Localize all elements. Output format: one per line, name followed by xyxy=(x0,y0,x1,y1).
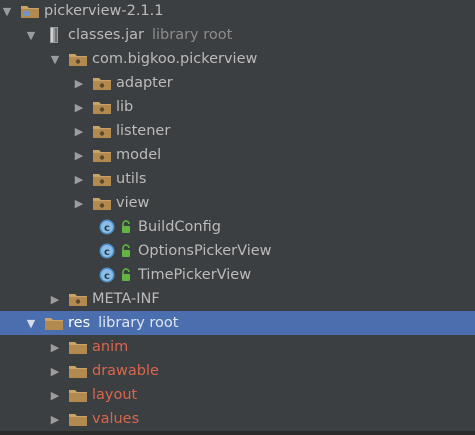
res-folder-label: layout xyxy=(92,387,138,403)
tree-node-meta-inf[interactable]: ▶ META-INF xyxy=(0,287,475,311)
folder-icon xyxy=(68,410,88,428)
class-icon: c xyxy=(98,218,118,236)
tree-node-res-anim[interactable]: ▶ anim xyxy=(0,335,475,359)
project-tree: ▼ pickerview-2.1.1 ▼ classes.jar library… xyxy=(0,0,475,435)
classes-jar-label: classes.jar xyxy=(68,27,144,43)
tree-node-class-timepickerview[interactable]: c TimePickerView xyxy=(0,263,475,287)
package-icon xyxy=(92,122,112,140)
tree-node-root[interactable]: ▼ pickerview-2.1.1 xyxy=(0,0,475,23)
res-folder-label: anim xyxy=(92,339,129,355)
res-hint: library root xyxy=(98,315,179,331)
collapsed-arrow-icon[interactable]: ▶ xyxy=(74,173,84,186)
tree-node-res-drawable[interactable]: ▶ drawable xyxy=(0,359,475,383)
svg-text:c: c xyxy=(104,223,110,234)
expanded-arrow-icon[interactable]: ▼ xyxy=(50,53,60,66)
tree-node-folder-listener[interactable]: ▶ listener xyxy=(0,119,475,143)
collapsed-arrow-icon[interactable]: ▶ xyxy=(74,197,84,210)
jar-icon xyxy=(44,26,64,44)
collapsed-arrow-icon[interactable]: ▶ xyxy=(74,125,84,138)
svg-text:c: c xyxy=(104,247,110,258)
expanded-arrow-icon[interactable]: ▼ xyxy=(26,317,36,330)
res-folder-label: values xyxy=(92,411,140,427)
collapsed-arrow-icon[interactable]: ▶ xyxy=(74,101,84,114)
package-icon xyxy=(68,50,88,68)
package-icon xyxy=(68,290,88,308)
module-folder-icon xyxy=(20,2,40,20)
package-icon xyxy=(92,74,112,92)
tree-node-package[interactable]: ▼ com.bigkoo.pickerview xyxy=(0,47,475,71)
bottom-divider xyxy=(0,431,475,435)
tree-node-folder-lib[interactable]: ▶ lib xyxy=(0,95,475,119)
classes-jar-hint: library root xyxy=(151,27,233,43)
tree-node-class-optionspickerview[interactable]: c OptionsPickerView xyxy=(0,239,475,263)
lock-icon xyxy=(120,268,132,282)
expanded-arrow-icon[interactable]: ▼ xyxy=(26,29,36,42)
folder-icon xyxy=(44,314,64,332)
folder-label: adapter xyxy=(116,75,173,91)
collapsed-arrow-icon[interactable]: ▶ xyxy=(50,365,60,378)
class-icon: c xyxy=(98,266,118,284)
lock-icon xyxy=(120,244,132,258)
folder-icon xyxy=(68,362,88,380)
res-folder-label: drawable xyxy=(92,363,159,379)
class-label: OptionsPickerView xyxy=(138,243,272,259)
folder-label: model xyxy=(116,147,162,163)
folder-label: lib xyxy=(116,99,134,115)
tree-node-res-layout[interactable]: ▶ layout xyxy=(0,383,475,407)
folder-icon xyxy=(68,386,88,404)
class-label: TimePickerView xyxy=(138,267,252,283)
res-label: res xyxy=(68,315,91,331)
meta-inf-label: META-INF xyxy=(92,291,160,307)
package-icon xyxy=(92,146,112,164)
folder-label: listener xyxy=(116,123,171,139)
tree-node-folder-utils[interactable]: ▶ utils xyxy=(0,167,475,191)
tree-node-class-buildconfig[interactable]: c BuildConfig xyxy=(0,215,475,239)
svg-text:c: c xyxy=(104,271,110,282)
collapsed-arrow-icon[interactable]: ▶ xyxy=(74,77,84,90)
class-icon: c xyxy=(98,242,118,260)
collapsed-arrow-icon[interactable]: ▶ xyxy=(74,149,84,162)
tree-node-res[interactable]: ▼ res library root xyxy=(0,311,475,335)
tree-node-classes-jar[interactable]: ▼ classes.jar library root xyxy=(0,23,475,47)
package-label: com.bigkoo.pickerview xyxy=(92,51,258,67)
collapsed-arrow-icon[interactable]: ▶ xyxy=(50,413,60,426)
package-icon xyxy=(92,194,112,212)
folder-icon xyxy=(68,338,88,356)
collapsed-arrow-icon[interactable]: ▶ xyxy=(50,389,60,402)
root-label: pickerview-2.1.1 xyxy=(44,3,164,19)
folder-label: utils xyxy=(116,171,147,187)
folder-label: view xyxy=(116,195,150,211)
collapsed-arrow-icon[interactable]: ▶ xyxy=(50,293,60,306)
class-label: BuildConfig xyxy=(138,219,221,235)
tree-node-res-values[interactable]: ▶ values xyxy=(0,407,475,431)
tree-node-folder-adapter[interactable]: ▶ adapter xyxy=(0,71,475,95)
collapsed-arrow-icon[interactable]: ▶ xyxy=(50,341,60,354)
tree-node-folder-model[interactable]: ▶ model xyxy=(0,143,475,167)
package-icon xyxy=(92,98,112,116)
expanded-arrow-icon[interactable]: ▼ xyxy=(2,5,12,18)
tree-node-folder-view[interactable]: ▶ view xyxy=(0,191,475,215)
lock-icon xyxy=(120,220,132,234)
package-icon xyxy=(92,170,112,188)
